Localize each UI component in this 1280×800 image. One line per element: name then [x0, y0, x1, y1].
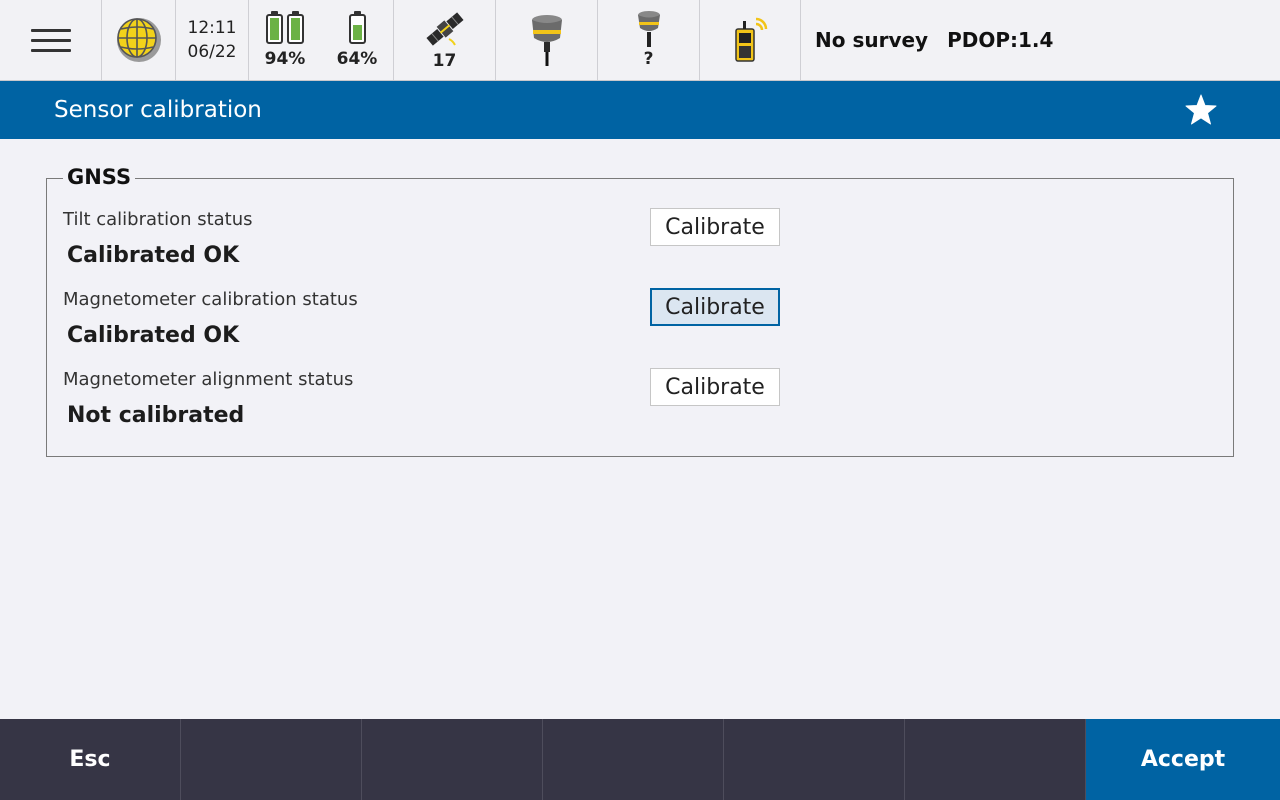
controller-icon: [735, 17, 768, 62]
gnss-receiver-button[interactable]: [496, 0, 598, 80]
tilt-calibration-value: Calibrated OK: [67, 243, 240, 268]
menu-button[interactable]: [0, 0, 102, 80]
tilt-calibrate-button[interactable]: Calibrate: [650, 208, 780, 246]
accept-button[interactable]: Accept: [1086, 719, 1280, 800]
battery-icon: [348, 11, 366, 44]
battery-1-percent: 94%: [264, 49, 306, 69]
magnetometer-calibration-row: Magnetometer calibration status Calibrat…: [63, 288, 1213, 369]
survey-info[interactable]: No survey PDOP:1.4: [801, 0, 1280, 80]
softkey-6[interactable]: [905, 719, 1086, 800]
tilt-calibration-row: Tilt calibration status Calibrated OK Ca…: [63, 208, 1213, 289]
title-bar: Sensor calibration: [0, 81, 1280, 139]
satellite-icon: [425, 12, 464, 46]
gnss-receiver-2-button[interactable]: ?: [598, 0, 700, 80]
globe-icon: [116, 18, 161, 62]
map-button[interactable]: [102, 0, 176, 80]
status-bar: 12:11 06/22 94% 64% 17 ? No survey PDOP:…: [0, 0, 1280, 81]
softkey-3[interactable]: [362, 719, 543, 800]
magnetometer-alignment-row: Magnetometer alignment status Not calibr…: [63, 368, 1213, 449]
softkey-2[interactable]: [181, 719, 362, 800]
battery-2-percent: 64%: [336, 49, 378, 69]
satellite-count: 17: [432, 51, 457, 71]
gnss-group-legend: GNSS: [63, 165, 136, 189]
battery-icon: [287, 11, 304, 44]
pdop-text: PDOP:1.4: [947, 28, 1054, 52]
time-text: 12:11: [187, 18, 237, 38]
alignment-calibrate-button[interactable]: Calibrate: [650, 368, 780, 406]
magnetometer-alignment-label: Magnetometer alignment status: [63, 369, 354, 390]
satellites-button[interactable]: 17: [394, 0, 496, 80]
gnss-receiver-icon: [531, 15, 562, 66]
controller-button[interactable]: [700, 0, 801, 80]
gnss-receiver-small-icon: [637, 11, 660, 47]
magnetometer-calibration-label: Magnetometer calibration status: [63, 289, 358, 310]
star-icon[interactable]: [1184, 93, 1218, 127]
magnetometer-calibration-value: Calibrated OK: [67, 323, 240, 348]
gnss-group: GNSS Tilt calibration status Calibrated …: [46, 165, 1234, 457]
softkey-5[interactable]: [724, 719, 905, 800]
survey-status-text: No survey: [815, 28, 929, 52]
magnetometer-calibrate-button[interactable]: Calibrate: [650, 288, 780, 326]
page-title: Sensor calibration: [54, 97, 262, 123]
battery-icon: [266, 11, 283, 44]
receiver-2-status: ?: [643, 49, 654, 69]
battery-status[interactable]: 94% 64%: [249, 0, 394, 80]
clock: 12:11 06/22: [176, 0, 249, 80]
date-text: 06/22: [187, 42, 237, 62]
softkey-4[interactable]: [543, 719, 724, 800]
menu-icon: [30, 22, 71, 59]
magnetometer-alignment-value: Not calibrated: [67, 403, 245, 428]
esc-button[interactable]: Esc: [0, 719, 181, 800]
tilt-calibration-label: Tilt calibration status: [63, 209, 253, 230]
softkey-bar: Esc Accept: [0, 719, 1280, 800]
